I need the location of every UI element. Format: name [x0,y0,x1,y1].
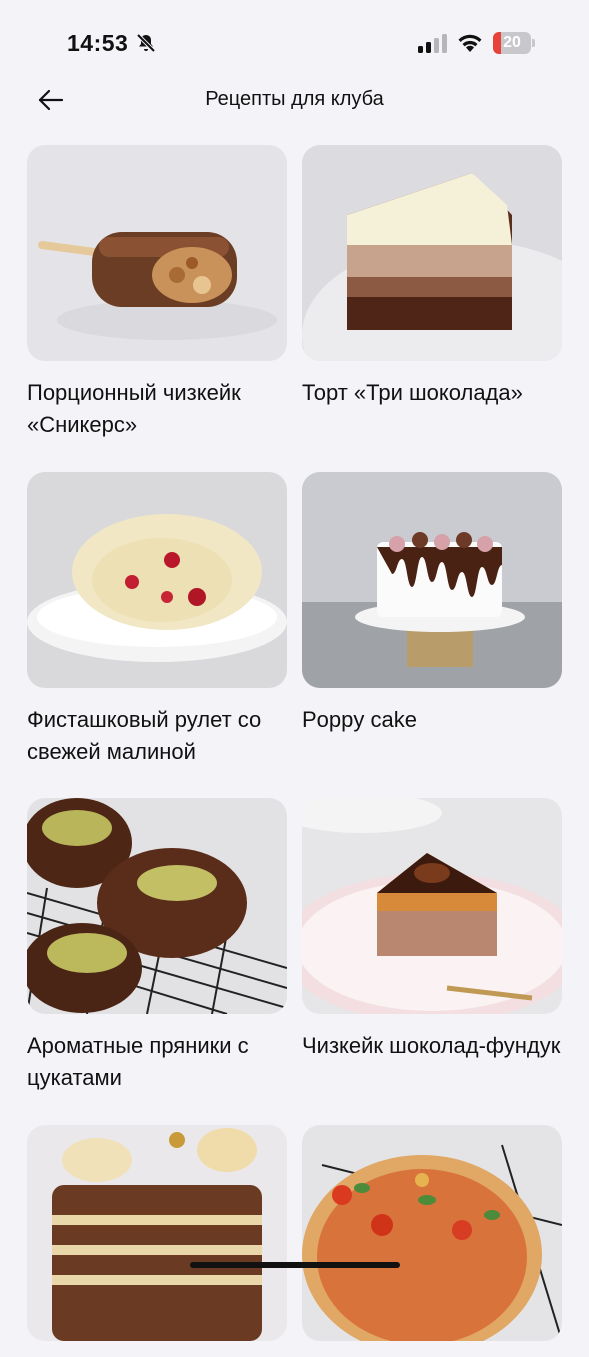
recipe-image-pistachio-roll[interactable] [27,472,287,688]
recipe-card[interactable]: Чизкейк шоколад-фундук [302,798,562,1062]
recipe-title[interactable]: Фисташковый рулет со свежей малиной [27,704,287,768]
battery-percent: 20 [503,34,521,51]
recipe-card[interactable]: Фисташковый рулет со свежей малиной [27,472,287,768]
recipe-image-layered-cake[interactable] [27,1125,287,1341]
recipe-title[interactable]: Чизкейк шоколад-фундук [302,1030,562,1062]
recipe-title[interactable]: Порционный чизкейк «Сникерс» [27,377,287,441]
bell-slash-icon [136,33,156,53]
recipe-card[interactable]: Ароматные пряники с цукатами [27,798,287,1094]
home-indicator[interactable] [190,1262,400,1268]
wifi-icon [458,34,482,52]
recipe-title[interactable]: Торт «Три шоколада» [302,377,562,409]
recipe-image-snickers-cheesecake[interactable] [27,145,287,361]
page-title: Рецепты для клуба [205,88,384,110]
recipe-image-choc-hazelnut-cheesecake[interactable] [302,798,562,1014]
battery-indicator: 20 [493,32,535,54]
recipe-title[interactable]: Poppy cake [302,704,562,736]
recipe-card[interactable] [27,1125,287,1357]
recipe-title[interactable]: Ароматные пряники с цукатами [27,1030,287,1094]
recipe-image-poppy-cake[interactable] [302,472,562,688]
recipe-image-gingerbread[interactable] [27,798,287,1014]
cellular-signal-icon [418,34,447,53]
recipe-image-three-chocolates-cake[interactable] [302,145,562,361]
status-bar: 14:53 20 [0,0,589,88]
recipe-card[interactable] [302,1125,562,1357]
recipe-card[interactable]: Порционный чизкейк «Сникерс» [27,145,287,441]
recipe-image-tart[interactable] [302,1125,562,1341]
recipe-card[interactable]: Poppy cake [302,472,562,736]
recipe-card[interactable]: Торт «Три шоколада» [302,145,562,409]
status-time: 14:53 [67,30,129,56]
